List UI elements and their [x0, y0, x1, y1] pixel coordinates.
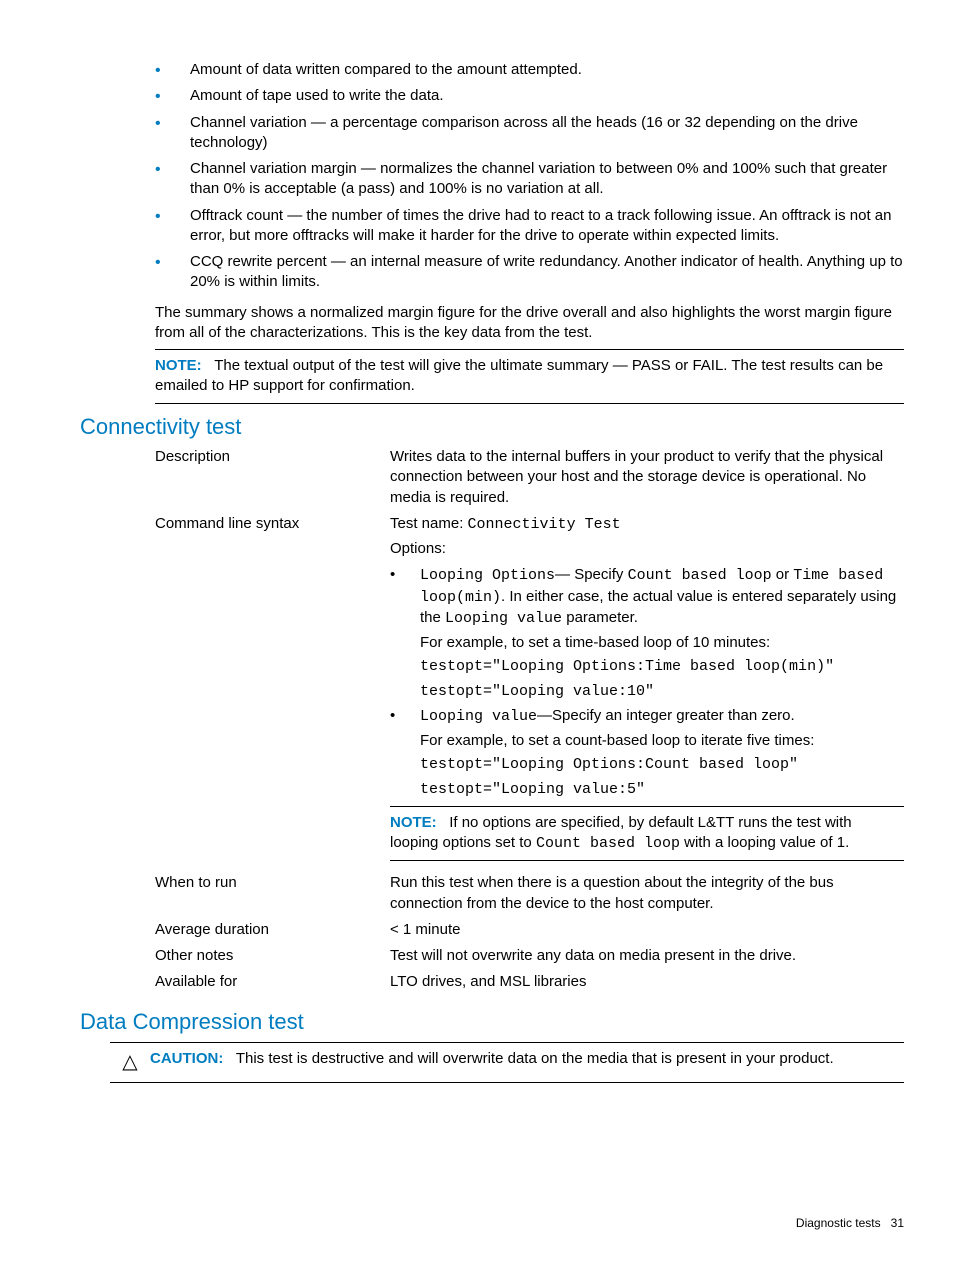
- list-item: Channel variation margin — normalizes th…: [155, 159, 904, 200]
- caution-content: CAUTION: This test is destructive and wi…: [150, 1049, 834, 1076]
- caution-label: CAUTION:: [150, 1050, 223, 1067]
- heading-data-compression-test: Data Compression test: [80, 1007, 904, 1037]
- heading-connectivity-test: Connectivity test: [80, 412, 904, 442]
- example-intro: For example, to set a count-based loop t…: [420, 731, 904, 751]
- test-name-prefix: Test name:: [390, 515, 468, 532]
- footer-page-number: 31: [891, 1216, 904, 1230]
- average-duration-value: < 1 minute: [390, 920, 904, 946]
- caution-icon: △: [110, 1049, 150, 1076]
- example-code: testopt="Looping value:5": [420, 780, 904, 800]
- list-item: Amount of data written compared to the a…: [155, 60, 904, 80]
- list-item: Amount of tape used to write the data.: [155, 86, 904, 106]
- list-item: Offtrack count — the number of times the…: [155, 206, 904, 247]
- example-code: testopt="Looping Options:Count based loo…: [420, 755, 904, 775]
- list-item: CCQ rewrite percent — an internal measur…: [155, 252, 904, 293]
- test-name-value: Connectivity Test: [468, 516, 621, 533]
- connectivity-definition-list: Description Writes data to the internal …: [155, 447, 904, 999]
- command-line-syntax-value: Test name: Connectivity Test Options: Lo…: [390, 514, 904, 874]
- average-duration-label: Average duration: [155, 920, 390, 946]
- description-label: Description: [155, 447, 390, 514]
- when-to-run-value: Run this test when there is a question a…: [390, 873, 904, 920]
- summary-paragraph: The summary shows a normalized margin fi…: [155, 303, 904, 344]
- example-code: testopt="Looping value:10": [420, 682, 904, 702]
- description-value: Writes data to the internal buffers in y…: [390, 447, 904, 514]
- available-for-value: LTO drives, and MSL libraries: [390, 972, 904, 998]
- inner-note-block: NOTE: If no options are specified, by de…: [390, 806, 904, 862]
- other-notes-label: Other notes: [155, 946, 390, 972]
- caution-text: This test is destructive and will overwr…: [236, 1050, 834, 1067]
- available-for-label: Available for: [155, 972, 390, 998]
- intro-bullets: Amount of data written compared to the a…: [80, 60, 904, 293]
- note-label: NOTE:: [390, 814, 437, 831]
- page-footer: Diagnostic tests 31: [796, 1215, 904, 1231]
- note-block: NOTE: The textual output of the test wil…: [155, 349, 904, 404]
- list-item: Channel variation — a percentage compari…: [155, 113, 904, 154]
- command-line-syntax-label: Command line syntax: [155, 514, 390, 874]
- note-label: NOTE:: [155, 357, 202, 374]
- example-code: testopt="Looping Options:Time based loop…: [420, 657, 904, 677]
- option-looping-options: Looping Options— Specify Count based loo…: [390, 565, 904, 702]
- option-looping-value: Looping value—Specify an integer greater…: [390, 706, 904, 800]
- example-intro: For example, to set a time-based loop of…: [420, 633, 904, 653]
- options-label: Options:: [390, 539, 904, 559]
- options-list: Looping Options— Specify Count based loo…: [390, 565, 904, 800]
- note-text: The textual output of the test will give…: [155, 357, 883, 394]
- when-to-run-label: When to run: [155, 873, 390, 920]
- footer-section: Diagnostic tests: [796, 1216, 881, 1230]
- caution-block: △ CAUTION: This test is destructive and …: [110, 1042, 904, 1083]
- other-notes-value: Test will not overwrite any data on medi…: [390, 946, 904, 972]
